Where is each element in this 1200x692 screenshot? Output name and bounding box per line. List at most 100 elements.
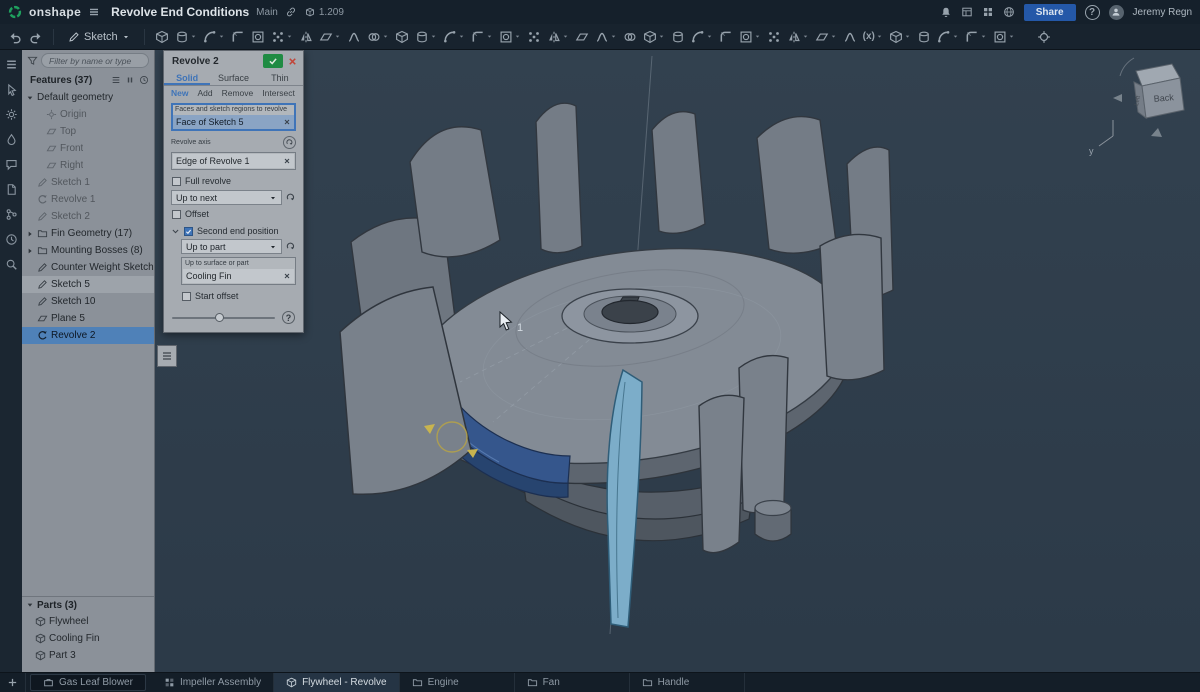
replace-face-tool-button[interactable] bbox=[669, 28, 687, 46]
feature-list-panel-button[interactable] bbox=[5, 58, 18, 71]
linear-pattern-tool-button[interactable] bbox=[413, 28, 439, 46]
mode-add[interactable]: Add bbox=[197, 88, 212, 98]
flip-direction-button[interactable] bbox=[285, 192, 296, 203]
feature-item-right[interactable]: Right bbox=[22, 157, 154, 174]
tab-solid[interactable]: Solid bbox=[164, 71, 210, 85]
sweep-tool-button[interactable] bbox=[201, 28, 227, 46]
feature-item-sketch-5[interactable]: Sketch 5 bbox=[22, 276, 154, 293]
redo-button[interactable] bbox=[27, 28, 45, 46]
flip-direction-button[interactable] bbox=[285, 241, 296, 252]
copy-link-button[interactable] bbox=[285, 6, 297, 18]
end-condition-select[interactable]: Up to next bbox=[171, 190, 282, 205]
user-avatar[interactable] bbox=[1109, 5, 1124, 20]
history-panel-button[interactable] bbox=[5, 233, 18, 246]
thicken-tool-button[interactable] bbox=[249, 28, 267, 46]
feature-item-fin-geometry-17[interactable]: Fin Geometry (17) bbox=[22, 225, 154, 242]
feature-item-origin[interactable]: Origin bbox=[22, 106, 154, 123]
part-item-flywheel[interactable]: Flywheel bbox=[22, 613, 154, 630]
offset-row[interactable]: Offset bbox=[164, 206, 303, 222]
offset-surface-tool-button[interactable] bbox=[573, 28, 591, 46]
revolve-tool-button[interactable] bbox=[173, 28, 199, 46]
help-button[interactable]: ? bbox=[1085, 5, 1100, 20]
sketch-button[interactable]: Sketch bbox=[62, 29, 136, 45]
feature-item-sketch-10[interactable]: Sketch 10 bbox=[22, 293, 154, 310]
tab-thin[interactable]: Thin bbox=[257, 71, 303, 85]
split-tool-button[interactable] bbox=[525, 28, 543, 46]
search-panel-button[interactable] bbox=[5, 258, 18, 271]
feature-item-front[interactable]: Front bbox=[22, 140, 154, 157]
fillet-tool-button[interactable] bbox=[269, 28, 295, 46]
fill-tool-button[interactable] bbox=[621, 28, 639, 46]
zoom-to-fit-tool-button[interactable] bbox=[1035, 28, 1053, 46]
tab-impeller-assembly[interactable]: Impeller Assembly bbox=[152, 673, 274, 692]
rib-tool-button[interactable] bbox=[393, 28, 411, 46]
feature-item-top[interactable]: Top bbox=[22, 123, 154, 140]
frame-tool-button[interactable] bbox=[963, 28, 989, 46]
workspace-branch[interactable]: Main bbox=[256, 7, 278, 18]
user-name[interactable]: Jeremy Regn bbox=[1133, 7, 1192, 18]
opacity-slider[interactable] bbox=[172, 317, 275, 319]
configurations-panel-button[interactable] bbox=[5, 108, 18, 121]
main-menu-button[interactable] bbox=[88, 6, 100, 18]
point-tool-button[interactable] bbox=[785, 28, 811, 46]
feature-item-mounting-bosses-8[interactable]: Mounting Bosses (8) bbox=[22, 242, 154, 259]
tab-handle[interactable]: Handle bbox=[630, 673, 745, 692]
app-store-button[interactable] bbox=[982, 6, 994, 18]
confirm-button[interactable] bbox=[263, 54, 283, 68]
notifications-bell-button[interactable] bbox=[940, 6, 952, 18]
feature-item-sketch-2[interactable]: Sketch 2 bbox=[22, 208, 154, 225]
plane-tool-button[interactable] bbox=[737, 28, 763, 46]
version-indicator[interactable]: 1.209 bbox=[304, 6, 344, 18]
offset-checkbox[interactable] bbox=[172, 210, 181, 219]
start-offset-checkbox[interactable] bbox=[182, 292, 191, 301]
modify-fillet-tool-button[interactable] bbox=[717, 28, 735, 46]
full-revolve-checkbox[interactable] bbox=[172, 177, 181, 186]
3d-viewport[interactable]: 1 Back Left y bbox=[155, 50, 1200, 672]
mode-remove[interactable]: Remove bbox=[222, 88, 254, 98]
feature-item-plane-5[interactable]: Plane 5 bbox=[22, 310, 154, 327]
second-end-checkbox[interactable] bbox=[184, 227, 193, 236]
feature-item-revolve-2[interactable]: Revolve 2 bbox=[22, 327, 154, 344]
end2-condition-select[interactable]: Up to part bbox=[181, 239, 282, 254]
versions-panel-button[interactable] bbox=[5, 208, 18, 221]
remove-selection-icon[interactable] bbox=[283, 157, 291, 165]
upto-selection-group[interactable]: Up to surface or part Cooling Fin bbox=[181, 257, 296, 285]
select-panel-button[interactable] bbox=[5, 83, 18, 96]
feature-item-revolve-1[interactable]: Revolve 1 bbox=[22, 191, 154, 208]
full-revolve-row[interactable]: Full revolve bbox=[164, 173, 303, 189]
axis-selection-group[interactable]: Edge of Revolve 1 bbox=[171, 152, 296, 170]
remove-selection-icon[interactable] bbox=[283, 118, 291, 126]
tab-surface[interactable]: Surface bbox=[210, 71, 256, 85]
transform-tool-button[interactable] bbox=[545, 28, 571, 46]
appearance-panel-button[interactable] bbox=[5, 133, 18, 146]
boolean-tool-button[interactable] bbox=[497, 28, 523, 46]
3d-scene[interactable]: 1 Back Left y bbox=[155, 50, 1200, 672]
faces-selection-item[interactable]: Face of Sketch 5 bbox=[173, 115, 294, 129]
text-tool-button[interactable] bbox=[841, 28, 859, 46]
boundary-surface-tool-button[interactable] bbox=[593, 28, 619, 46]
part-item-cooling-fin[interactable]: Cooling Fin bbox=[22, 630, 154, 647]
feature-item-sketch-1[interactable]: Sketch 1 bbox=[22, 174, 154, 191]
helix-tool-button[interactable] bbox=[765, 28, 783, 46]
remove-selection-icon[interactable] bbox=[283, 272, 291, 280]
tables-tool-button[interactable] bbox=[915, 28, 933, 46]
chamfer-tool-button[interactable] bbox=[297, 28, 315, 46]
new-tab-button[interactable] bbox=[0, 673, 26, 692]
mirror-tool-button[interactable] bbox=[469, 28, 495, 46]
shell-tool-button[interactable] bbox=[345, 28, 363, 46]
hole-tool-button[interactable] bbox=[365, 28, 391, 46]
start-offset-row[interactable]: Start offset bbox=[174, 288, 303, 304]
sheet-metal-tool-button[interactable] bbox=[935, 28, 961, 46]
cancel-button[interactable] bbox=[287, 56, 298, 67]
list-header-button[interactable] bbox=[111, 75, 121, 85]
axis-selection-item[interactable]: Edge of Revolve 1 bbox=[173, 154, 294, 168]
move-face-tool-button[interactable] bbox=[641, 28, 667, 46]
second-end-row[interactable]: Second end position bbox=[164, 222, 303, 238]
share-button[interactable]: Share bbox=[1024, 4, 1076, 21]
tab-engine[interactable]: Engine bbox=[400, 673, 515, 692]
learning-center-button[interactable] bbox=[1003, 6, 1015, 18]
draft-tool-button[interactable] bbox=[317, 28, 343, 46]
pause-header-button[interactable] bbox=[125, 75, 135, 85]
part-item-part-3[interactable]: Part 3 bbox=[22, 647, 154, 664]
mode-intersect[interactable]: Intersect bbox=[262, 88, 295, 98]
